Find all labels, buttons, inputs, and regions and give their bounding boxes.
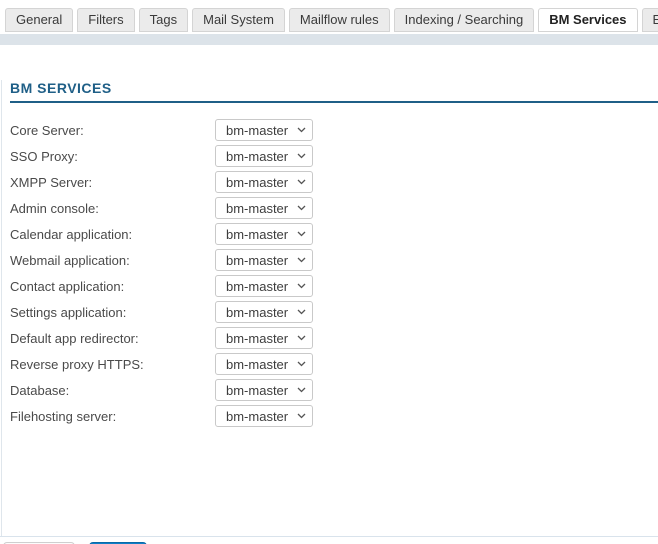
select-reverse-proxy-https[interactable]: bm-master bbox=[215, 353, 313, 375]
tab-general[interactable]: General bbox=[5, 8, 73, 32]
select-wrap: bm-master bbox=[215, 119, 313, 141]
tab-bar: GeneralFiltersTagsMail SystemMailflow ru… bbox=[0, 0, 658, 32]
field-label-default-app-redirector: Default app redirector: bbox=[10, 331, 215, 346]
form-row: Admin console:bm-master bbox=[10, 195, 658, 221]
form-row: Contact application:bm-master bbox=[10, 273, 658, 299]
select-webmail-application[interactable]: bm-master bbox=[215, 249, 313, 271]
select-admin-console[interactable]: bm-master bbox=[215, 197, 313, 219]
tab-mailflow-rules[interactable]: Mailflow rules bbox=[289, 8, 390, 32]
field-label-database: Database: bbox=[10, 383, 215, 398]
form-row: SSO Proxy:bm-master bbox=[10, 143, 658, 169]
select-wrap: bm-master bbox=[215, 275, 313, 297]
form-row: Filehosting server:bm-master bbox=[10, 403, 658, 429]
select-sso-proxy[interactable]: bm-master bbox=[215, 145, 313, 167]
form-row: Core Server:bm-master bbox=[10, 117, 658, 143]
select-filehosting-server[interactable]: bm-master bbox=[215, 405, 313, 427]
field-label-filehosting-server: Filehosting server: bbox=[10, 409, 215, 424]
select-wrap: bm-master bbox=[215, 379, 313, 401]
field-label-admin-console: Admin console: bbox=[10, 201, 215, 216]
form-row: XMPP Server:bm-master bbox=[10, 169, 658, 195]
select-wrap: bm-master bbox=[215, 327, 313, 349]
select-wrap: bm-master bbox=[215, 353, 313, 375]
select-core-server[interactable]: bm-master bbox=[215, 119, 313, 141]
select-default-app-redirector[interactable]: bm-master bbox=[215, 327, 313, 349]
field-label-xmpp-server: XMPP Server: bbox=[10, 175, 215, 190]
form-row: Webmail application:bm-master bbox=[10, 247, 658, 273]
form-row: Settings application:bm-master bbox=[10, 299, 658, 325]
select-wrap: bm-master bbox=[215, 171, 313, 193]
tab-underline-band bbox=[0, 34, 658, 45]
field-label-core-server: Core Server: bbox=[10, 123, 215, 138]
form-row: Database:bm-master bbox=[10, 377, 658, 403]
tab-filters[interactable]: Filters bbox=[77, 8, 134, 32]
select-wrap: bm-master bbox=[215, 223, 313, 245]
tab-exte[interactable]: Exte bbox=[642, 8, 658, 32]
tab-bm-services[interactable]: BM Services bbox=[538, 8, 637, 32]
select-wrap: bm-master bbox=[215, 405, 313, 427]
footer-bar: Cancel Save bbox=[0, 536, 658, 544]
field-label-reverse-proxy-https: Reverse proxy HTTPS: bbox=[10, 357, 215, 372]
tab-tags[interactable]: Tags bbox=[139, 8, 188, 32]
content-panel: BM SERVICES Core Server:bm-masterSSO Pro… bbox=[1, 80, 658, 536]
field-label-webmail-application: Webmail application: bbox=[10, 253, 215, 268]
select-wrap: bm-master bbox=[215, 249, 313, 271]
field-label-contact-application: Contact application: bbox=[10, 279, 215, 294]
field-label-calendar-application: Calendar application: bbox=[10, 227, 215, 242]
form-row: Calendar application:bm-master bbox=[10, 221, 658, 247]
page-title: BM SERVICES bbox=[10, 80, 658, 103]
select-wrap: bm-master bbox=[215, 301, 313, 323]
form-row: Default app redirector:bm-master bbox=[10, 325, 658, 351]
select-xmpp-server[interactable]: bm-master bbox=[215, 171, 313, 193]
field-label-sso-proxy: SSO Proxy: bbox=[10, 149, 215, 164]
tab-indexing-searching[interactable]: Indexing / Searching bbox=[394, 8, 535, 32]
select-settings-application[interactable]: bm-master bbox=[215, 301, 313, 323]
services-form: Core Server:bm-masterSSO Proxy:bm-master… bbox=[10, 117, 658, 429]
tab-mail-system[interactable]: Mail System bbox=[192, 8, 285, 32]
select-wrap: bm-master bbox=[215, 197, 313, 219]
select-wrap: bm-master bbox=[215, 145, 313, 167]
form-row: Reverse proxy HTTPS:bm-master bbox=[10, 351, 658, 377]
field-label-settings-application: Settings application: bbox=[10, 305, 215, 320]
select-calendar-application[interactable]: bm-master bbox=[215, 223, 313, 245]
select-database[interactable]: bm-master bbox=[215, 379, 313, 401]
select-contact-application[interactable]: bm-master bbox=[215, 275, 313, 297]
